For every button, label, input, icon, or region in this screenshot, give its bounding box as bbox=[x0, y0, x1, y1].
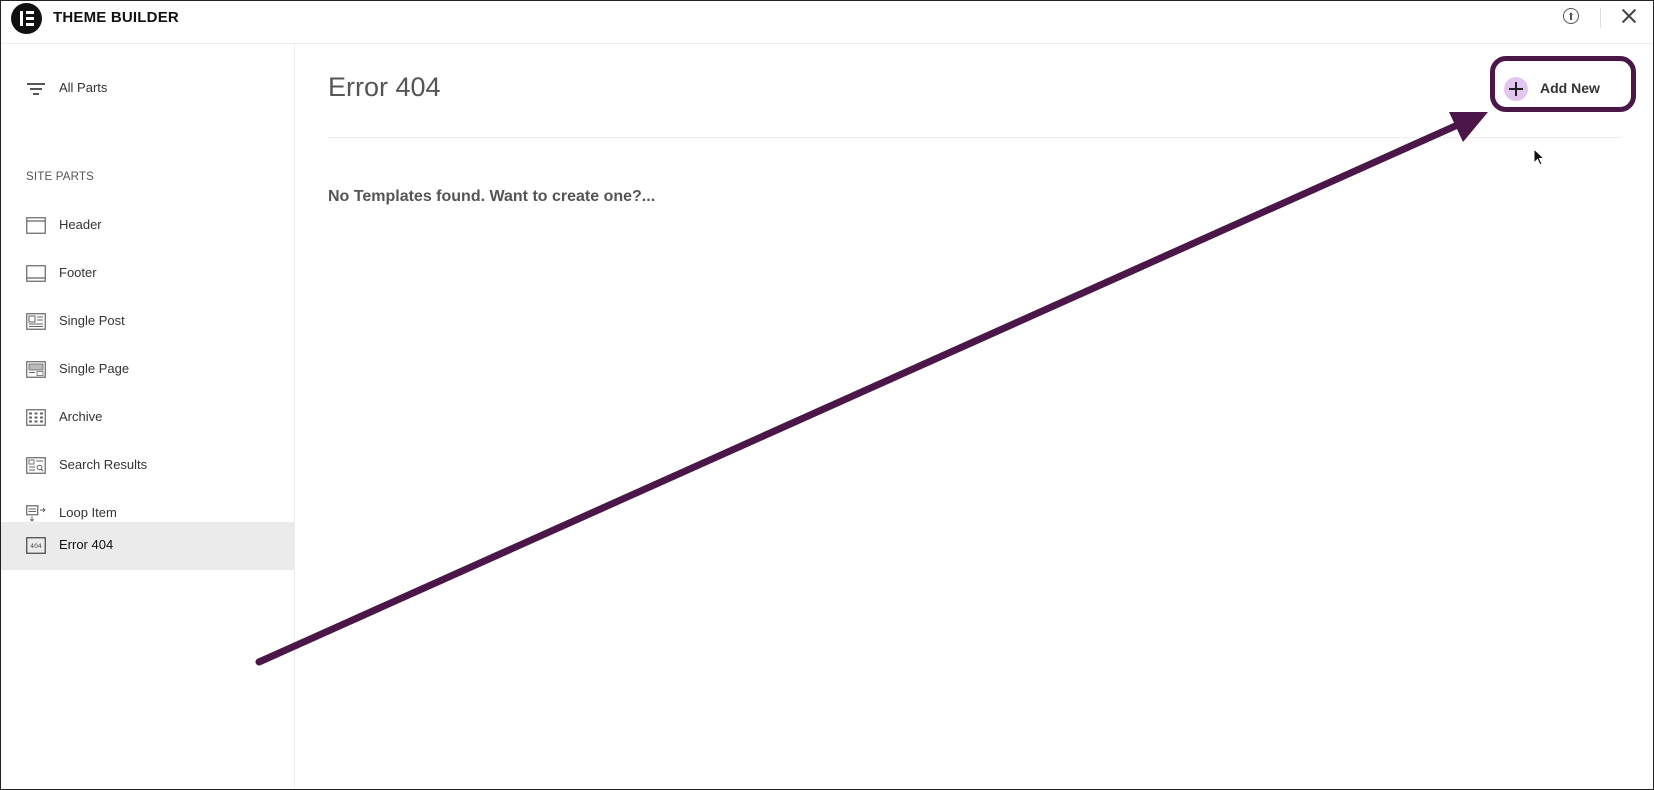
mouse-cursor-icon bbox=[1533, 148, 1546, 166]
annotation-arrow bbox=[255, 112, 1488, 666]
